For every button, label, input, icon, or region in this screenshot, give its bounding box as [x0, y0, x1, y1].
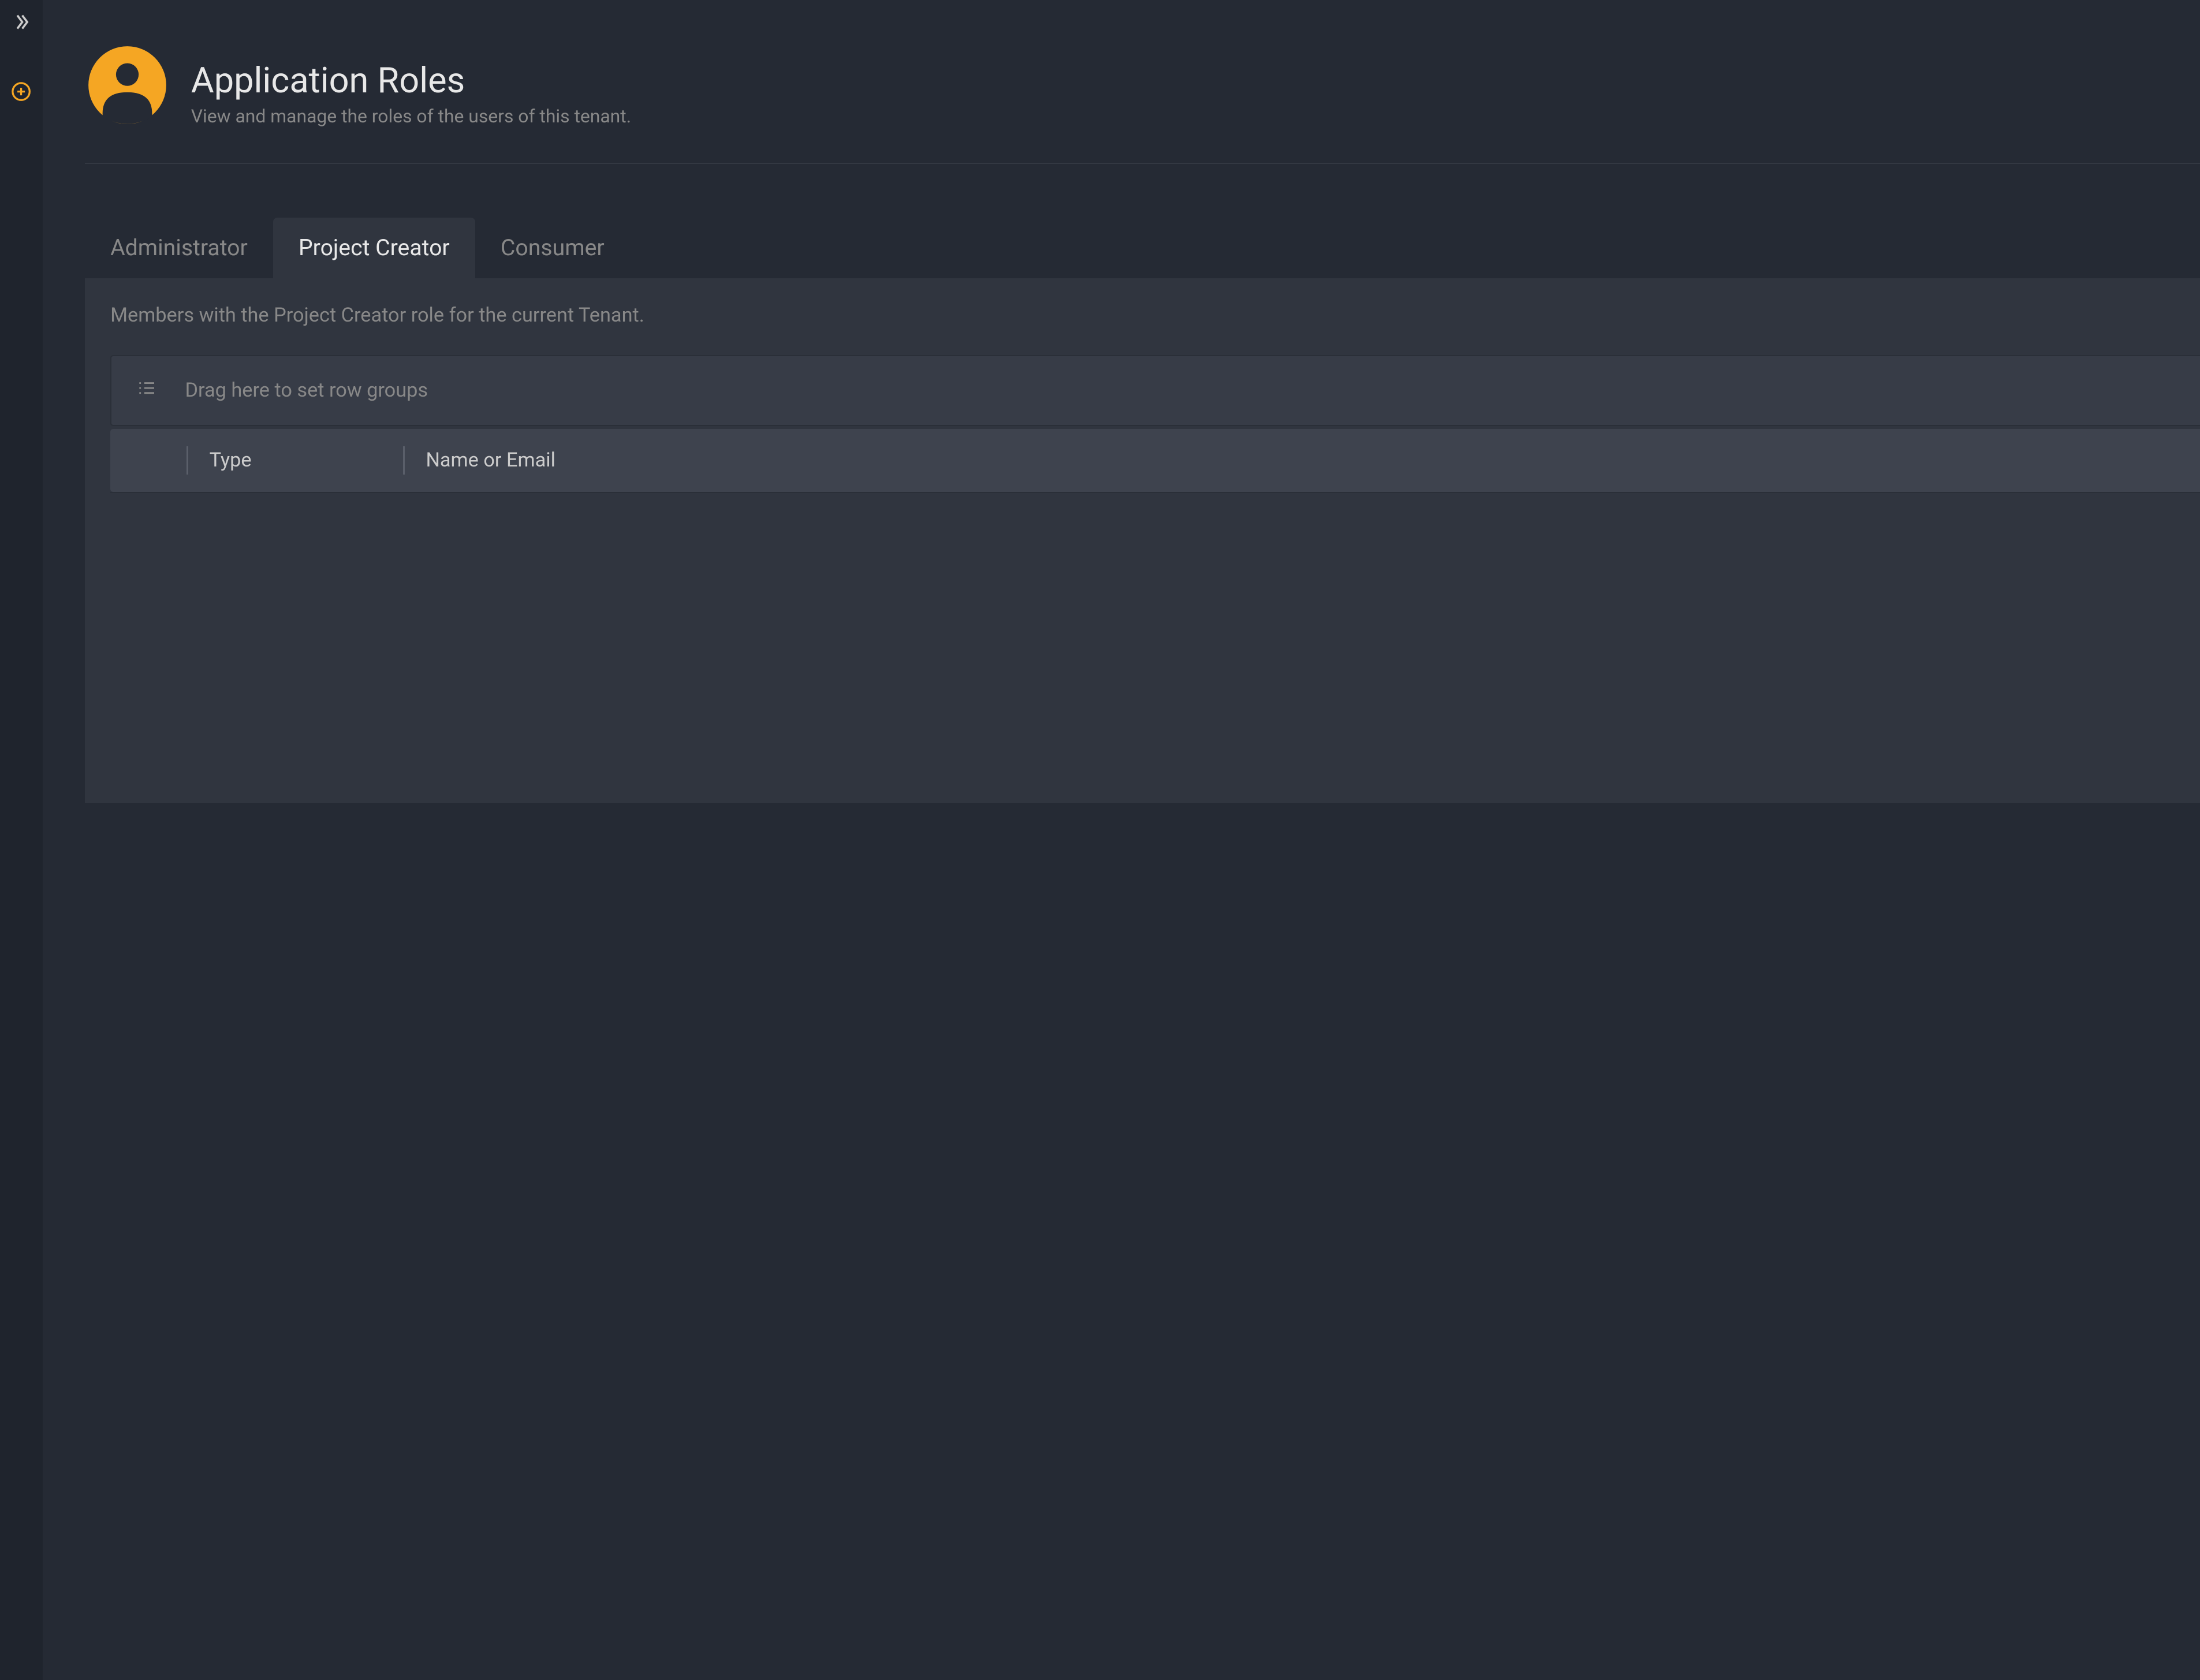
tab-description: Members with the Project Creator role fo… — [85, 304, 2200, 355]
tabs: Administrator Project Creator Consumer — [85, 218, 2200, 278]
tab-project-creator[interactable]: Project Creator — [273, 218, 475, 278]
tab-consumer[interactable]: Consumer — [475, 218, 630, 278]
column-header-name[interactable]: Name or Email — [400, 449, 2200, 472]
tab-panel: Members with the Project Creator role fo… — [85, 278, 2200, 803]
user-roles-icon — [85, 43, 170, 128]
group-drop-zone[interactable]: Drag here to set row groups — [110, 355, 2200, 427]
add-icon[interactable] — [10, 80, 32, 109]
table-header: Type Name or Email — [110, 429, 2200, 492]
page-subtitle: View and manage the roles of the users o… — [191, 105, 631, 127]
column-header-type[interactable]: Type — [110, 449, 400, 472]
main-content: Application Roles View and manage the ro… — [43, 0, 2200, 1680]
page-title: Application Roles — [191, 59, 631, 101]
table-body-empty — [110, 492, 2200, 803]
tab-administrator[interactable]: Administrator — [85, 218, 273, 278]
sidebar — [0, 0, 43, 1680]
expand-sidebar-icon[interactable] — [12, 12, 31, 38]
columns-icon — [137, 377, 156, 404]
page-header: Application Roles View and manage the ro… — [85, 43, 2200, 164]
group-drop-label: Drag here to set row groups — [185, 379, 428, 402]
